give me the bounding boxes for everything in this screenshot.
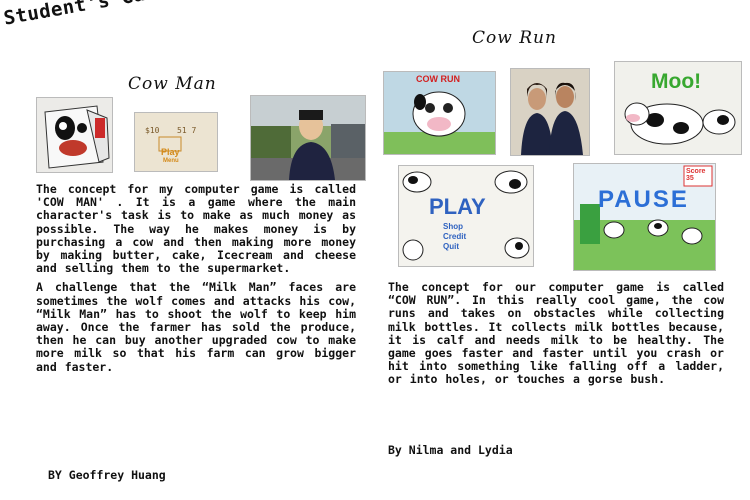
menu-item-credit: Credit <box>443 232 467 241</box>
moo-drawing: Moo! <box>614 61 742 155</box>
cow-man-text: The concept for my computer game is call… <box>36 182 356 380</box>
cow-run-heading: Cow Run <box>472 28 557 48</box>
cow-man-paragraph-2: A challenge that the “Milk Man” faces ar… <box>36 280 356 374</box>
cow-man-paragraph-1: The concept for my computer game is call… <box>36 182 356 276</box>
cow-box-photo <box>36 97 113 173</box>
menu-item-quit: Quit <box>443 242 459 251</box>
drawing-play-text: Play <box>161 147 180 157</box>
moo-text: Moo! <box>651 70 702 93</box>
cow-man-drawing: $10 51 7 Play Menu <box>134 112 218 172</box>
pause-text: PAUSE <box>598 186 689 213</box>
menu-item-shop: Shop <box>443 222 463 231</box>
drawing-menu-text: Menu <box>163 158 179 164</box>
cow-run-text: The concept for our computer game is cal… <box>388 280 724 393</box>
cow-run-byline: By Nilma and Lydia <box>388 443 513 457</box>
students-photo <box>510 68 590 156</box>
cow-run-drawing-title: COW RUN <box>416 74 460 84</box>
page-title: Student's Game Concepts: <box>2 0 288 30</box>
cow-man-byline: BY Geoffrey Huang <box>48 468 166 482</box>
play-text: PLAY <box>429 194 486 219</box>
pause-drawing: Score 35 PAUSE <box>573 163 716 271</box>
score-text: Score 35 <box>686 168 706 182</box>
cow-man-heading: Cow Man <box>128 74 217 94</box>
play-menu-drawing: PLAY Shop Credit Quit <box>398 165 534 267</box>
svg-text:$10: $10 <box>145 126 160 135</box>
cow-run-title-drawing: COW RUN <box>383 71 496 155</box>
svg-text:51 7: 51 7 <box>177 126 196 135</box>
cow-run-paragraph: The concept for our computer game is cal… <box>388 280 724 387</box>
geoffrey-photo <box>250 95 366 181</box>
